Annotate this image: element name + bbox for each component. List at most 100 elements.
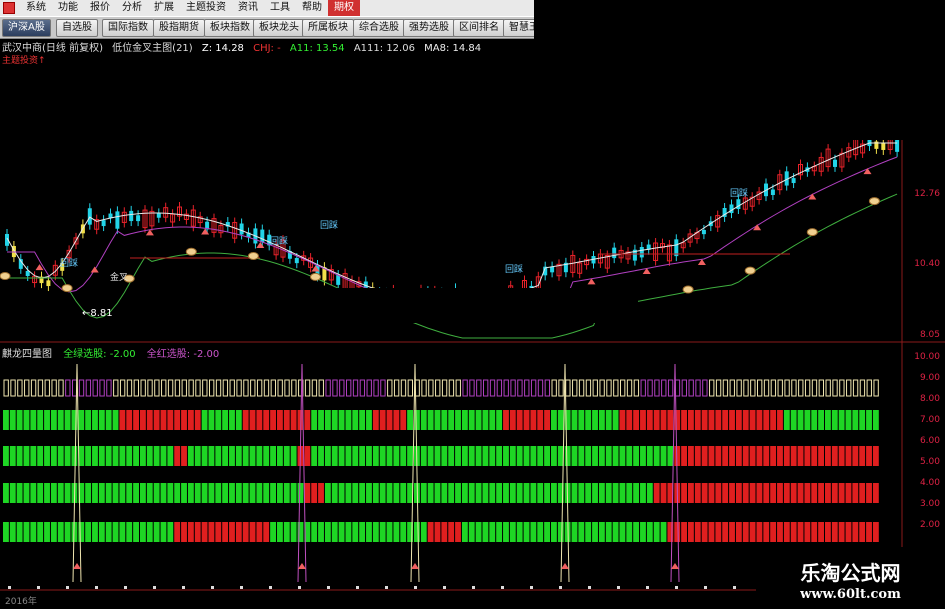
volume-block [763, 483, 770, 503]
hollow-block [784, 379, 790, 397]
volume-block [283, 410, 290, 430]
hollow-block [578, 379, 585, 397]
volume-block [592, 522, 598, 542]
volume-block [92, 483, 98, 503]
volume-block [503, 446, 509, 466]
volume-block [283, 522, 290, 542]
volume-block [598, 483, 605, 503]
volume-block [50, 410, 57, 430]
main-axis-label: 8.05 [919, 330, 940, 340]
bottom-axis-label: 7.00 [919, 415, 940, 425]
hollow-block [270, 379, 276, 397]
volume-block [44, 446, 50, 466]
volume-block [749, 522, 756, 542]
hollow-block [24, 379, 30, 397]
redaction-block-top [534, 0, 945, 140]
volume-block [420, 483, 427, 503]
hollow-block [599, 379, 605, 397]
volume-block [598, 410, 605, 430]
volume-block [496, 522, 503, 542]
hollow-block [558, 379, 564, 397]
volume-block [311, 522, 318, 542]
bottom-axis-label: 3.00 [919, 499, 940, 509]
volume-block [345, 446, 352, 466]
volume-spike [297, 363, 307, 583]
volume-block [352, 522, 359, 542]
volume-block [571, 446, 578, 466]
hollow-block [791, 379, 797, 397]
volume-block [516, 410, 523, 430]
volume-block [160, 446, 167, 466]
hollow-block [167, 379, 174, 397]
hollow-block [572, 379, 578, 397]
volume-block [222, 410, 229, 430]
volume-block [626, 522, 633, 542]
volume-block [797, 522, 804, 542]
redaction-block-middle [304, 288, 638, 323]
candle-body [115, 211, 120, 229]
volume-block [640, 410, 646, 430]
hollow-block [736, 379, 742, 397]
volume-block [187, 483, 194, 503]
hollow-block [565, 379, 571, 397]
volume-block [215, 446, 222, 466]
volume-block [105, 522, 112, 542]
volume-block [283, 446, 290, 466]
volume-block [9, 446, 16, 466]
volume-block [667, 446, 674, 466]
volume-block [229, 522, 235, 542]
volume-block [763, 522, 770, 542]
volume-block [311, 410, 318, 430]
volume-block [37, 483, 44, 503]
hollow-block [866, 379, 872, 397]
hollow-block [606, 379, 612, 397]
volume-block [174, 410, 181, 430]
baseline-dot [356, 586, 359, 589]
volume-block [681, 446, 687, 466]
volume-block [345, 522, 352, 542]
volume-block [455, 483, 461, 503]
volume-block [708, 522, 715, 542]
hollow-block [448, 379, 455, 397]
signal-arrow-icon [256, 241, 265, 248]
volume-block [777, 446, 783, 466]
buy-point-label: 回踩 [270, 236, 288, 247]
volume-block [304, 446, 311, 466]
volume-block [770, 410, 777, 430]
volume-block [400, 483, 407, 503]
volume-block [701, 522, 708, 542]
volume-block [23, 522, 30, 542]
volume-block [633, 483, 640, 503]
hollow-block [483, 379, 489, 397]
baseline-dot [124, 586, 127, 589]
volume-block [270, 522, 276, 542]
volume-block [790, 446, 797, 466]
volume-block [324, 446, 331, 466]
volume-block [694, 483, 701, 503]
volume-block [530, 446, 537, 466]
volume-block [359, 522, 366, 542]
volume-block [640, 446, 646, 466]
hollow-block [387, 379, 393, 397]
volume-block [722, 446, 729, 466]
volume-block [427, 522, 434, 542]
hollow-block [17, 379, 23, 397]
volume-block [729, 410, 735, 430]
volume-block [324, 410, 331, 430]
volume-block [516, 522, 523, 542]
volume-block [249, 410, 256, 430]
volume-block [434, 410, 441, 430]
volume-block [694, 522, 701, 542]
volume-block [311, 483, 318, 503]
volume-block [544, 483, 550, 503]
volume-block [756, 410, 763, 430]
volume-block [352, 446, 359, 466]
volume-block [297, 483, 304, 503]
hollow-block [620, 379, 626, 397]
candle-body [129, 210, 134, 222]
bottom-axis-label: 5.00 [919, 457, 940, 467]
main-axis-label: 10.40 [914, 259, 940, 269]
volume-block [489, 410, 496, 430]
hollow-block [510, 379, 516, 397]
volume-block [544, 522, 550, 542]
